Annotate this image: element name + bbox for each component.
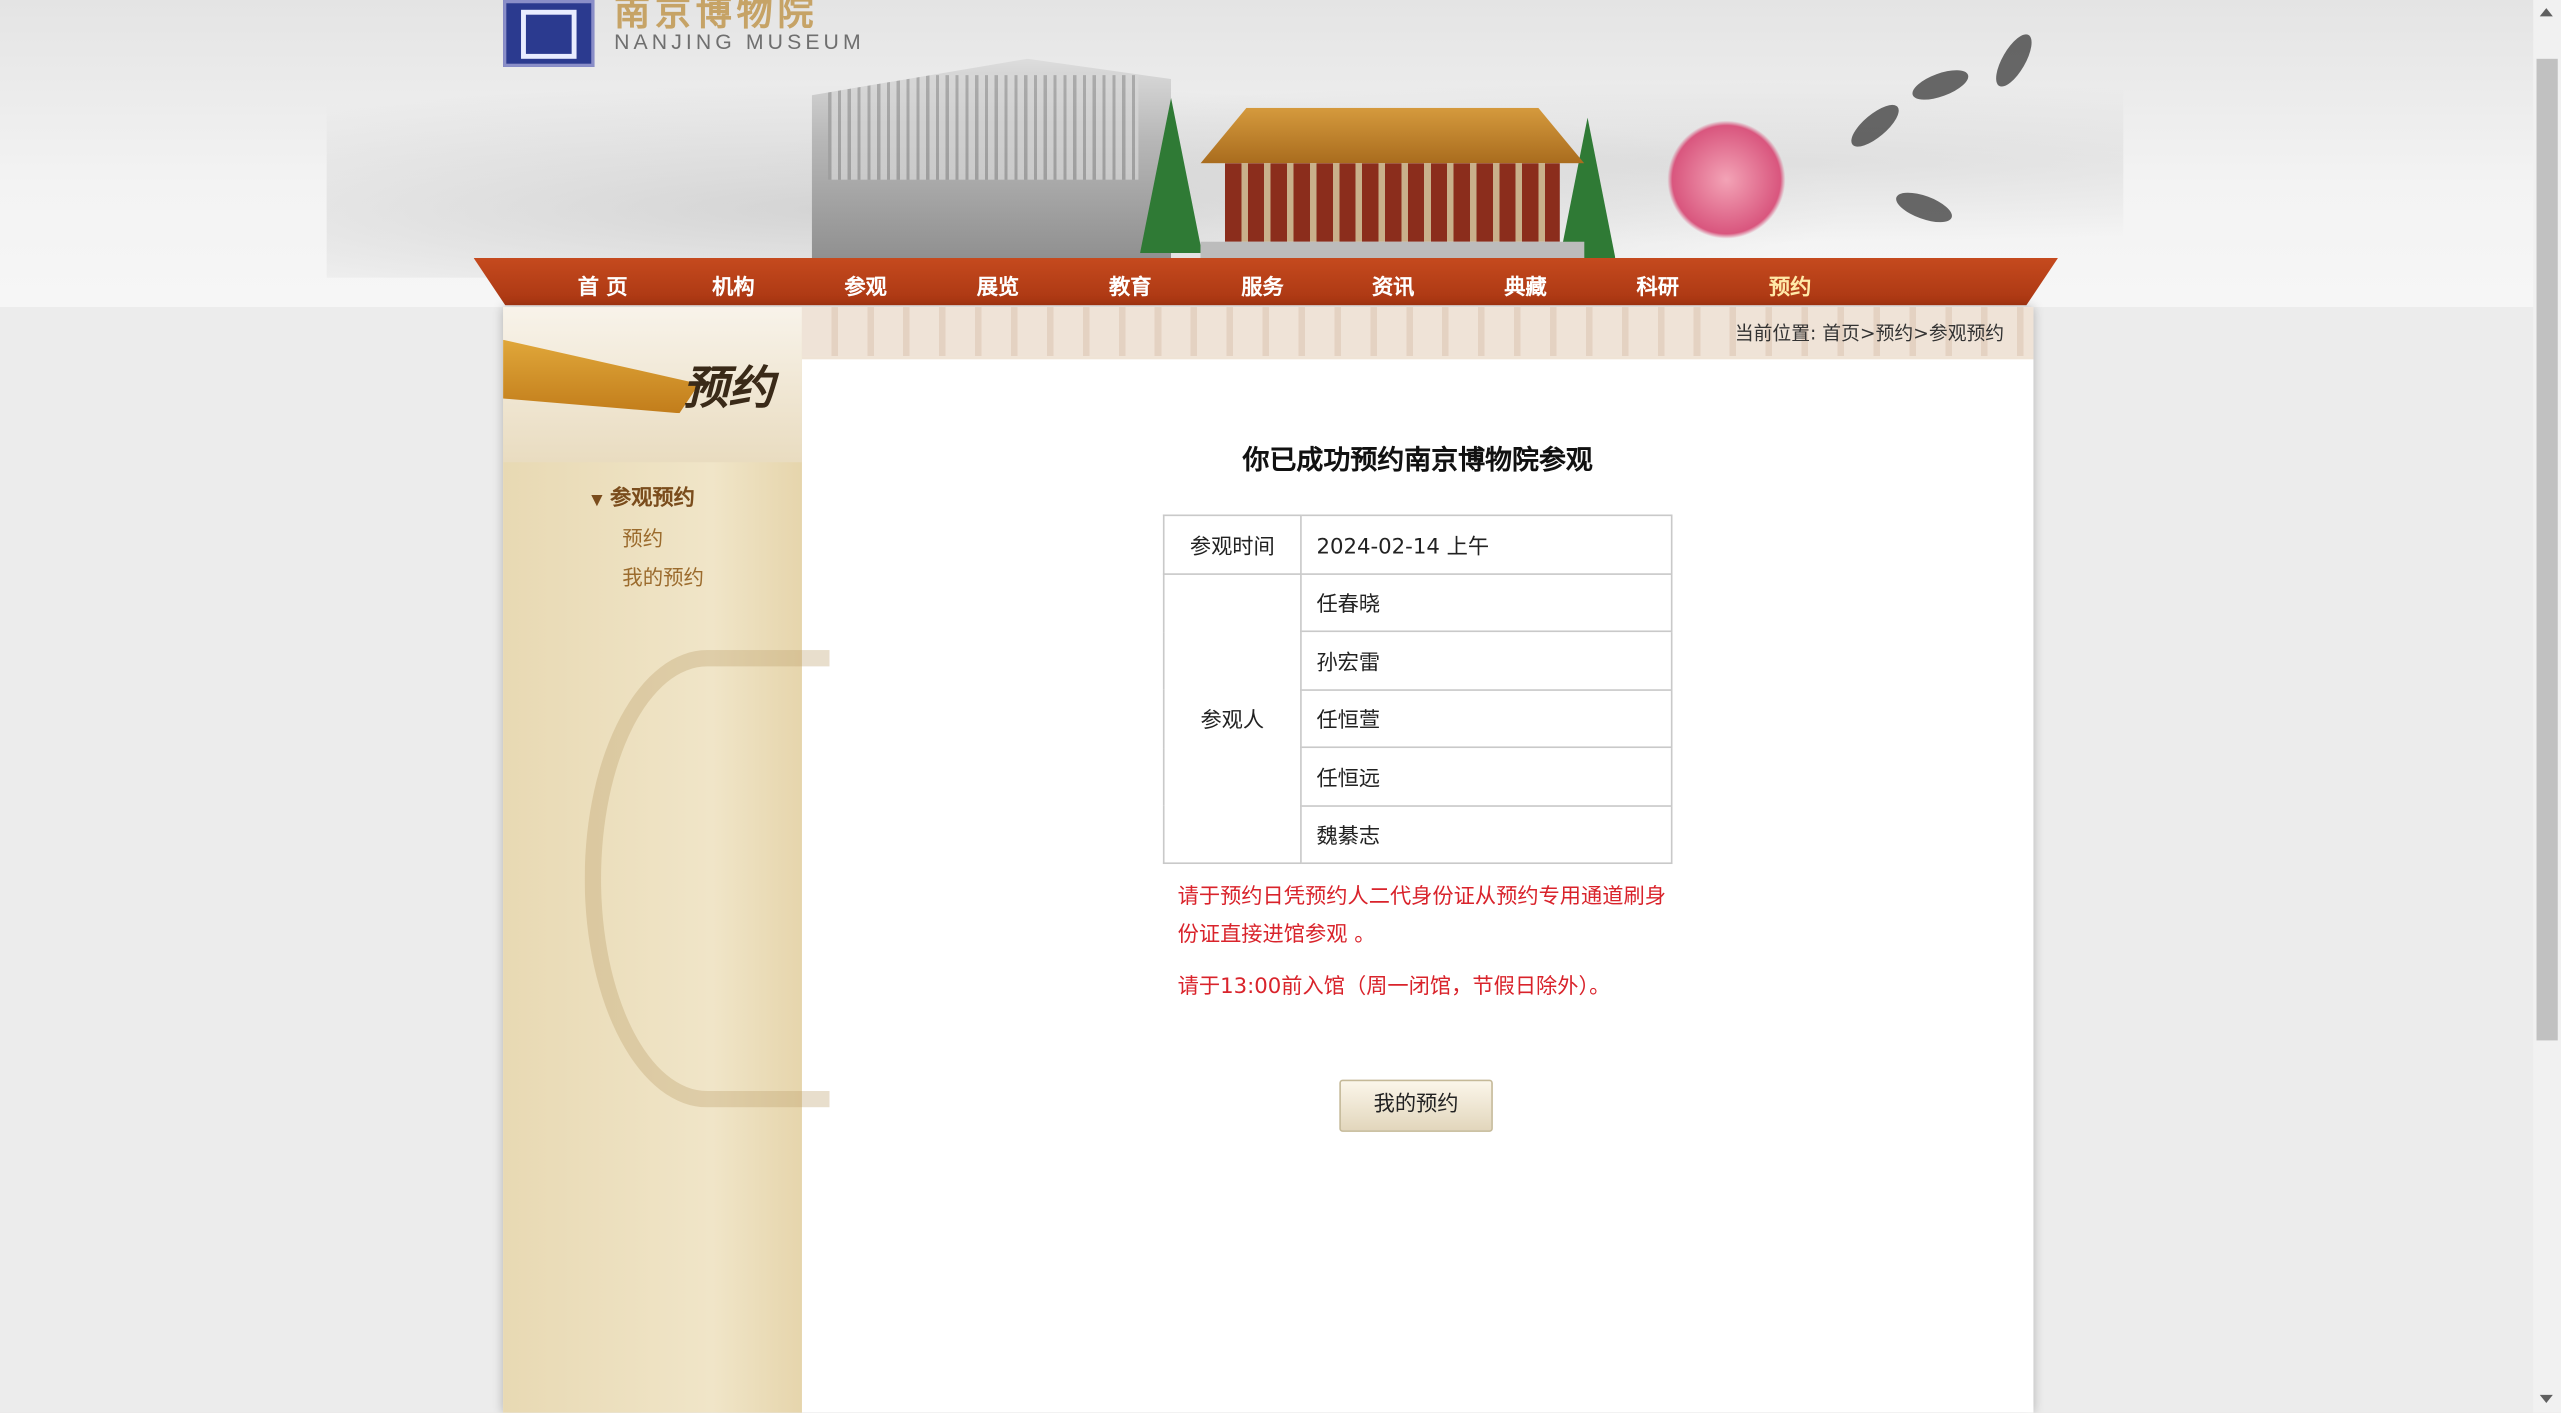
breadcrumb-separator: > xyxy=(1913,321,1929,345)
eave-roof-image xyxy=(503,339,700,414)
nav-collection[interactable]: 典藏 xyxy=(1477,269,1575,300)
museum-building-image xyxy=(811,58,1172,262)
breadcrumb-current[interactable]: 参观预约 xyxy=(1929,322,2004,345)
breadcrumb-band: 当前位置: 首页>预约>参观预约 xyxy=(801,307,2034,360)
nav-visit[interactable]: 参观 xyxy=(817,269,915,300)
nav-reservation[interactable]: 预约 xyxy=(1741,269,1839,300)
scroll-down-arrow-icon[interactable] xyxy=(2539,1394,2553,1404)
sidebar-group-visit-reservation[interactable]: ▼ 参观预约 xyxy=(591,480,695,511)
scroll-up-arrow-icon[interactable] xyxy=(2539,8,2553,17)
notice-id-card: 请于预约日凭预约人二代身份证从预约专用通道刷身份证直接进馆参观 。 xyxy=(1177,885,1666,948)
breadcrumb-prefix: 当前位置: xyxy=(1734,321,1817,345)
reservation-table: 参观时间 2024-02-14 上午 参观人 任春晓 孙宏雷 任恒萱 任恒远 魏… xyxy=(1162,514,1673,865)
visitor-name: 任恒远 xyxy=(1300,746,1673,807)
triangle-down-icon: ▼ xyxy=(591,493,603,510)
visitor-name: 任春晓 xyxy=(1300,572,1673,633)
nav-education[interactable]: 教育 xyxy=(1081,269,1179,300)
visitor-name: 任恒萱 xyxy=(1300,688,1673,749)
nav-institution[interactable]: 机构 xyxy=(684,269,782,300)
visitor-name: 孙宏雷 xyxy=(1300,630,1673,691)
sidebar: 预约 ▼ 参观预约 预约 我的预约 xyxy=(503,307,830,1413)
nav-exhibition[interactable]: 展览 xyxy=(949,269,1047,300)
page-container: 预约 ▼ 参观预约 预约 我的预约 当前位置: 首页>预约>参观预约 你已成功预… xyxy=(503,307,2034,1413)
sidebar-item-reserve[interactable]: 预约 xyxy=(622,521,663,552)
visitors-label: 参观人 xyxy=(1162,572,1302,865)
nav-home[interactable]: 首 页 xyxy=(554,269,652,300)
visit-time-value: 2024-02-14 上午 xyxy=(1300,514,1673,575)
sidebar-group-label: 参观预约 xyxy=(609,486,695,512)
nav-research[interactable]: 科研 xyxy=(1609,269,1707,300)
notice-entry-time: 请于13:00前入馆（周一闭馆，节假日除外）。 xyxy=(1177,975,1611,1000)
peony-flower-image xyxy=(1652,114,1800,245)
my-reservation-button[interactable]: 我的预约 xyxy=(1339,1079,1493,1132)
sidebar-title: 预约 xyxy=(682,360,775,415)
sidebar-header: 预约 xyxy=(503,307,802,463)
table-row: 参观时间 2024-02-14 上午 xyxy=(1162,514,1673,575)
sidebar-item-my-reservation[interactable]: 我的预约 xyxy=(622,560,704,591)
breadcrumb-home[interactable]: 首页 xyxy=(1822,322,1860,345)
vertical-scrollbar[interactable] xyxy=(2533,0,2561,1413)
table-row: 参观人 任春晓 xyxy=(1162,572,1673,865)
museum-logo-icon[interactable] xyxy=(503,0,595,67)
ornament-pattern xyxy=(584,650,830,1108)
logo-english-name[interactable]: NANJING MUSEUM xyxy=(614,29,865,53)
nav-service[interactable]: 服务 xyxy=(1214,269,1312,300)
visit-time-label: 参观时间 xyxy=(1162,514,1302,575)
page-title: 你已成功预约南京博物院参观 xyxy=(1242,444,1593,476)
scrollbar-thumb[interactable] xyxy=(2536,58,2558,1041)
breadcrumb-reservation[interactable]: 预约 xyxy=(1876,322,1914,345)
visitor-name: 魏綦志 xyxy=(1300,804,1673,865)
nav-news[interactable]: 资讯 xyxy=(1344,269,1442,300)
main-nav-bar: 首 页 机构 参观 展览 教育 服务 资讯 典藏 科研 预约 xyxy=(473,258,2058,306)
breadcrumb-separator: > xyxy=(1859,321,1876,345)
breadcrumb: 当前位置: 首页>预约>参观预约 xyxy=(1735,320,2004,346)
palace-hall-image xyxy=(1200,107,1585,262)
